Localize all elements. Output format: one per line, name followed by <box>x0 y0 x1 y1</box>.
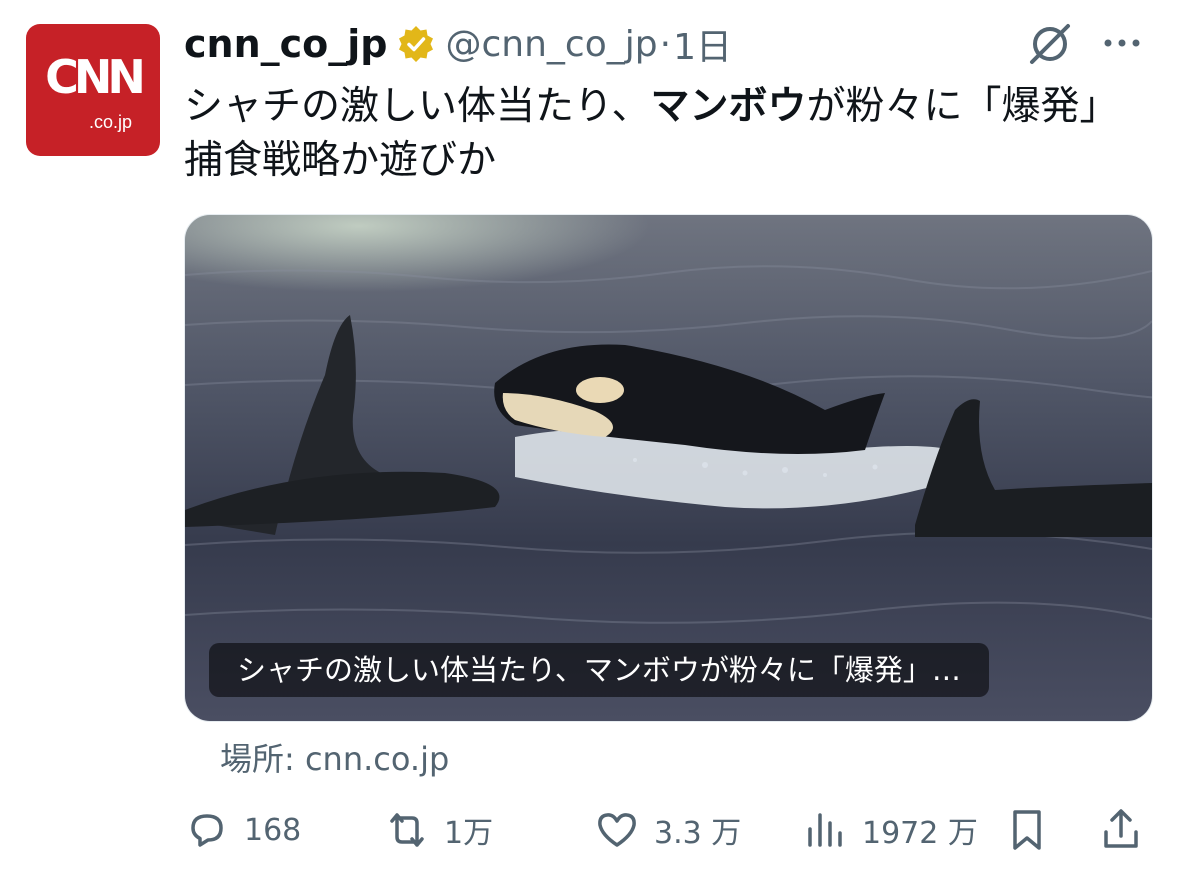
repost-button[interactable]: 1万 <box>384 800 493 860</box>
more-icon[interactable] <box>1102 36 1142 50</box>
post-timestamp[interactable]: 1日 <box>673 18 732 70</box>
like-icon <box>598 813 636 847</box>
post-text-bold: マンボウ <box>650 84 807 129</box>
like-count: 3.3 万 <box>654 816 742 851</box>
post-text: シャチの激しい体当たり、マンボウが粉々に「爆発」 捕食戦略か遊びか <box>184 80 1144 188</box>
card-source[interactable]: 場所: cnn.co.jp <box>220 734 449 780</box>
grok-icon[interactable] <box>1026 20 1074 68</box>
reply-button[interactable]: 168 <box>184 800 301 860</box>
avatar-logo-sub: .co.jp <box>88 112 132 132</box>
author-handle[interactable]: @cnn_co_jp <box>446 24 658 65</box>
views-icon <box>808 813 842 847</box>
verified-badge-icon[interactable] <box>396 24 436 64</box>
action-bar: 168 1万 3.3 万 1972 万 <box>184 800 1144 860</box>
like-button[interactable]: 3.3 万 <box>594 800 741 860</box>
bookmark-icon[interactable] <box>1004 806 1050 854</box>
repost-count: 1万 <box>444 816 494 851</box>
repost-icon <box>390 813 424 847</box>
author-name[interactable]: cnn_co_jp <box>184 22 388 66</box>
views-count: 1972 万 <box>862 816 978 851</box>
share-icon[interactable] <box>1098 806 1144 854</box>
post-text-part1: シャチの激しい体当たり、 <box>184 84 651 129</box>
link-card[interactable]: シャチの激しい体当たり、マンボウが粉々に「爆発」… <box>184 214 1153 722</box>
card-caption: シャチの激しい体当たり、マンボウが粉々に「爆発」… <box>209 643 989 697</box>
post-header: cnn_co_jp @cnn_co_jp · 1日 <box>184 18 1158 70</box>
views-button[interactable]: 1972 万 <box>802 800 978 860</box>
avatar[interactable]: CNN .co.jp <box>26 24 160 156</box>
separator-dot: · <box>659 23 672 65</box>
reply-icon <box>191 814 223 847</box>
avatar-logo-text: CNN <box>45 50 146 104</box>
reply-count: 168 <box>244 812 302 848</box>
